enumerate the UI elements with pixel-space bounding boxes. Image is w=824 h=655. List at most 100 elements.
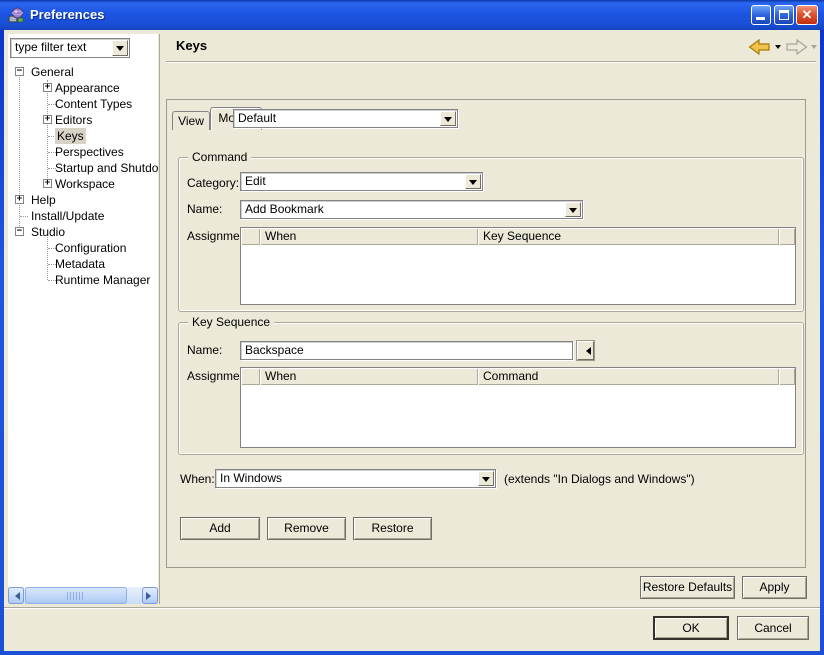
key-sequence-group-legend: Key Sequence — [188, 315, 274, 330]
tree-item-workspace[interactable]: +Workspace — [8, 176, 158, 192]
table-body-empty[interactable] — [241, 245, 795, 304]
apply-button[interactable]: Apply — [742, 576, 807, 599]
maximize-button[interactable] — [774, 5, 794, 25]
expand-icon[interactable]: + — [43, 83, 52, 92]
collapse-icon[interactable]: − — [15, 67, 24, 76]
tree-item-label[interactable]: Content Types — [55, 96, 132, 112]
ok-button[interactable]: OK — [653, 616, 729, 640]
tree-item-editors[interactable]: +Editors — [8, 112, 158, 128]
column-header-when[interactable]: When — [260, 368, 478, 385]
tree-item-appearance[interactable]: +Appearance — [8, 80, 158, 96]
cancel-button[interactable]: Cancel — [737, 616, 809, 640]
tree-item-keys[interactable]: Keys — [8, 128, 158, 144]
tree-horizontal-scrollbar[interactable] — [8, 587, 158, 604]
tree-item-runtime-manager[interactable]: Runtime Manager — [8, 272, 158, 288]
chevron-down-icon — [569, 208, 577, 217]
key-sequence-name-label: Name: — [187, 343, 222, 358]
tree-item-startup-and-shutdown[interactable]: Startup and Shutdown — [8, 160, 158, 176]
column-header-blank[interactable] — [241, 368, 260, 385]
scroll-right-button[interactable] — [142, 587, 158, 604]
scroll-left-icon — [11, 592, 20, 600]
tree-guide-line — [47, 237, 48, 280]
window-title: Preferences — [30, 0, 104, 29]
tree-guide-line — [19, 77, 20, 232]
scroll-left-button[interactable] — [8, 587, 24, 604]
header-separator — [166, 61, 816, 63]
command-name-dropdown-button[interactable] — [565, 202, 581, 217]
tree-item-install-update[interactable]: Install/Update — [8, 208, 158, 224]
maximize-icon — [779, 10, 789, 20]
scheme-combo[interactable]: Default — [233, 109, 458, 128]
key-capture-menu-button[interactable] — [577, 341, 594, 360]
back-arrow-icon[interactable] — [748, 39, 771, 55]
category-dropdown-button[interactable] — [465, 174, 481, 189]
forward-history-dropdown-icon — [811, 45, 817, 52]
tree-item-label[interactable]: Keys — [55, 128, 86, 144]
tree-item-label[interactable]: General — [31, 64, 74, 80]
keyseq-assignments-table[interactable]: When Command — [240, 367, 796, 448]
filter-dropdown-button[interactable] — [112, 40, 128, 56]
tree-item-label[interactable]: Configuration — [55, 240, 126, 256]
close-icon: ✕ — [802, 7, 813, 22]
expand-icon[interactable]: + — [43, 115, 52, 124]
collapse-icon[interactable]: − — [15, 227, 24, 236]
key-sequence-value[interactable]: Backspace — [245, 343, 304, 358]
tree-item-label[interactable]: Appearance — [55, 80, 120, 96]
tree-item-content-types[interactable]: Content Types — [8, 96, 158, 112]
restore-defaults-button[interactable]: Restore Defaults — [640, 576, 735, 599]
tree-guide-line — [47, 80, 48, 184]
tree-item-perspectives[interactable]: Perspectives — [8, 144, 158, 160]
category-combo[interactable]: Edit — [240, 172, 483, 191]
scheme-value[interactable]: Default — [238, 111, 276, 126]
category-label: Category: — [187, 176, 239, 191]
expand-icon[interactable]: + — [43, 179, 52, 188]
tree-item-configuration[interactable]: Configuration — [8, 240, 158, 256]
tree-item-label[interactable]: Editors — [55, 112, 92, 128]
add-button[interactable]: Add — [180, 517, 260, 540]
key-sequence-input[interactable]: Backspace — [240, 341, 573, 360]
tree-item-label[interactable]: Help — [31, 192, 56, 208]
column-header-blank[interactable] — [241, 228, 260, 245]
panel-divider[interactable] — [159, 34, 160, 604]
close-button[interactable]: ✕ — [796, 5, 818, 25]
tree-item-general[interactable]: −General — [8, 64, 158, 80]
tree-item-label[interactable]: Startup and Shutdown — [55, 160, 158, 176]
titlebar[interactable]: Preferences ✕ — [0, 0, 824, 30]
expand-icon[interactable]: + — [15, 195, 24, 204]
chevron-down-icon — [482, 477, 490, 486]
tree-item-label[interactable]: Studio — [31, 224, 65, 240]
command-assignments-table[interactable]: When Key Sequence — [240, 227, 796, 305]
tree-item-label[interactable]: Install/Update — [31, 208, 104, 224]
minimize-button[interactable] — [751, 5, 771, 25]
column-header-key-sequence[interactable]: Key Sequence — [478, 228, 779, 245]
page-title: Keys — [176, 38, 207, 53]
table-body-empty[interactable] — [241, 385, 795, 447]
tree-item-label[interactable]: Workspace — [55, 176, 115, 192]
when-value[interactable]: In Windows — [220, 471, 282, 486]
tree-item-label[interactable]: Perspectives — [55, 144, 124, 160]
dialog-client-area: type filter text −General+AppearanceCont… — [4, 30, 820, 651]
category-value[interactable]: Edit — [245, 174, 266, 189]
column-header-command[interactable]: Command — [478, 368, 779, 385]
column-header-when[interactable]: When — [260, 228, 478, 245]
command-name-value[interactable]: Add Bookmark — [245, 202, 324, 217]
column-header-blank[interactable] — [779, 228, 795, 245]
when-dropdown-button[interactable] — [478, 471, 494, 486]
filter-combo[interactable]: type filter text — [10, 38, 130, 58]
tree-item-metadata[interactable]: Metadata — [8, 256, 158, 272]
tree-item-label[interactable]: Runtime Manager — [55, 272, 150, 288]
scrollbar-thumb[interactable] — [25, 587, 127, 604]
remove-button[interactable]: Remove — [267, 517, 346, 540]
filter-text[interactable]: type filter text — [15, 40, 86, 55]
column-header-blank[interactable] — [779, 368, 795, 385]
tree-item-label[interactable]: Metadata — [55, 256, 105, 272]
scheme-dropdown-button[interactable] — [440, 111, 456, 126]
when-combo[interactable]: In Windows — [215, 469, 496, 488]
tree-item-studio[interactable]: −Studio — [8, 224, 158, 240]
restore-button[interactable]: Restore — [353, 517, 432, 540]
back-history-dropdown-icon[interactable] — [775, 45, 781, 52]
preference-tree-panel: type filter text −General+AppearanceCont… — [8, 34, 158, 604]
command-name-combo[interactable]: Add Bookmark — [240, 200, 583, 219]
chevron-down-icon — [116, 46, 124, 55]
tree-item-help[interactable]: + Help — [8, 192, 158, 208]
